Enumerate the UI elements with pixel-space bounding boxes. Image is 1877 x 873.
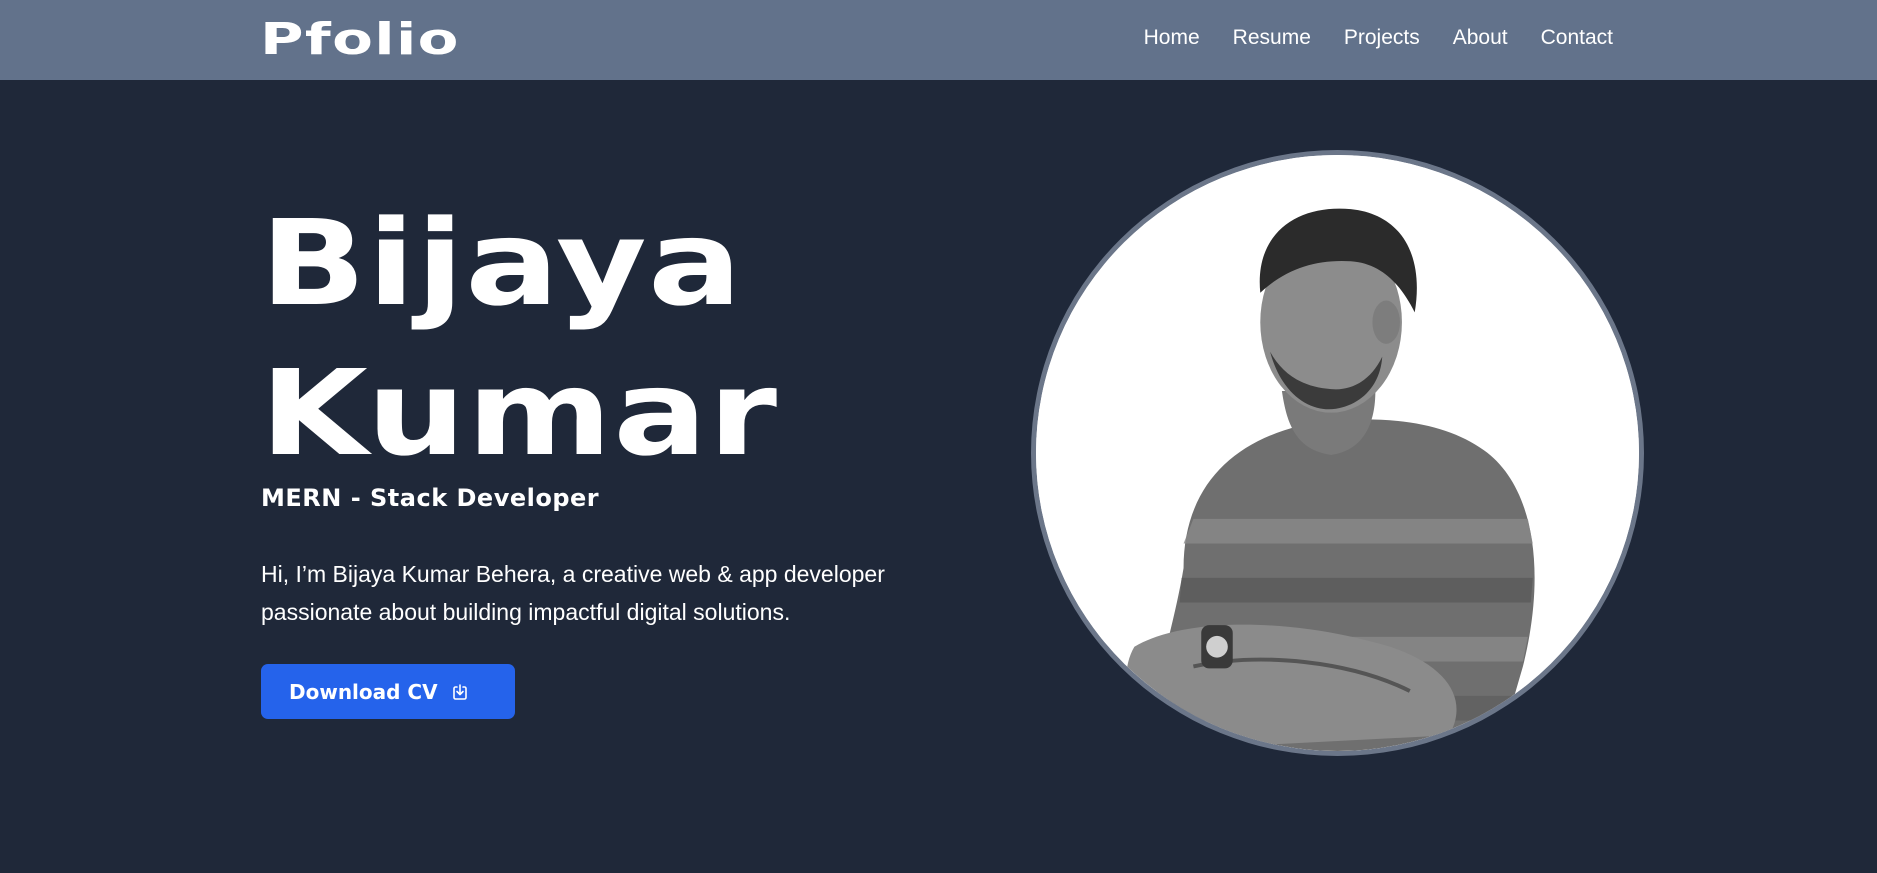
download-cv-label: Download CV [289,679,438,704]
profile-photo [1031,150,1644,756]
hero-last-name: Kumar [260,344,779,482]
site-logo[interactable]: Pfolio [260,14,460,66]
hero-first-name: Bijaya [260,194,744,332]
hero-role: MERN - Stack Developer [261,484,600,512]
nav-link-about[interactable]: About [1453,24,1508,52]
download-cv-button[interactable]: Download CV [261,664,515,719]
hero-name: Bijaya Kumar [260,188,778,488]
nav-link-resume[interactable]: Resume [1233,24,1311,52]
hero-bio: Hi, I’m Bijaya Kumar Behera, a creative … [261,561,885,625]
nav-links: Home Resume Projects About Contact [1144,24,1613,52]
navbar: Pfolio Home Resume Projects About Contac… [0,0,1877,80]
nav-link-contact[interactable]: Contact [1541,24,1613,52]
download-icon [450,682,470,702]
nav-link-projects[interactable]: Projects [1344,24,1420,52]
nav-link-home[interactable]: Home [1144,24,1200,52]
